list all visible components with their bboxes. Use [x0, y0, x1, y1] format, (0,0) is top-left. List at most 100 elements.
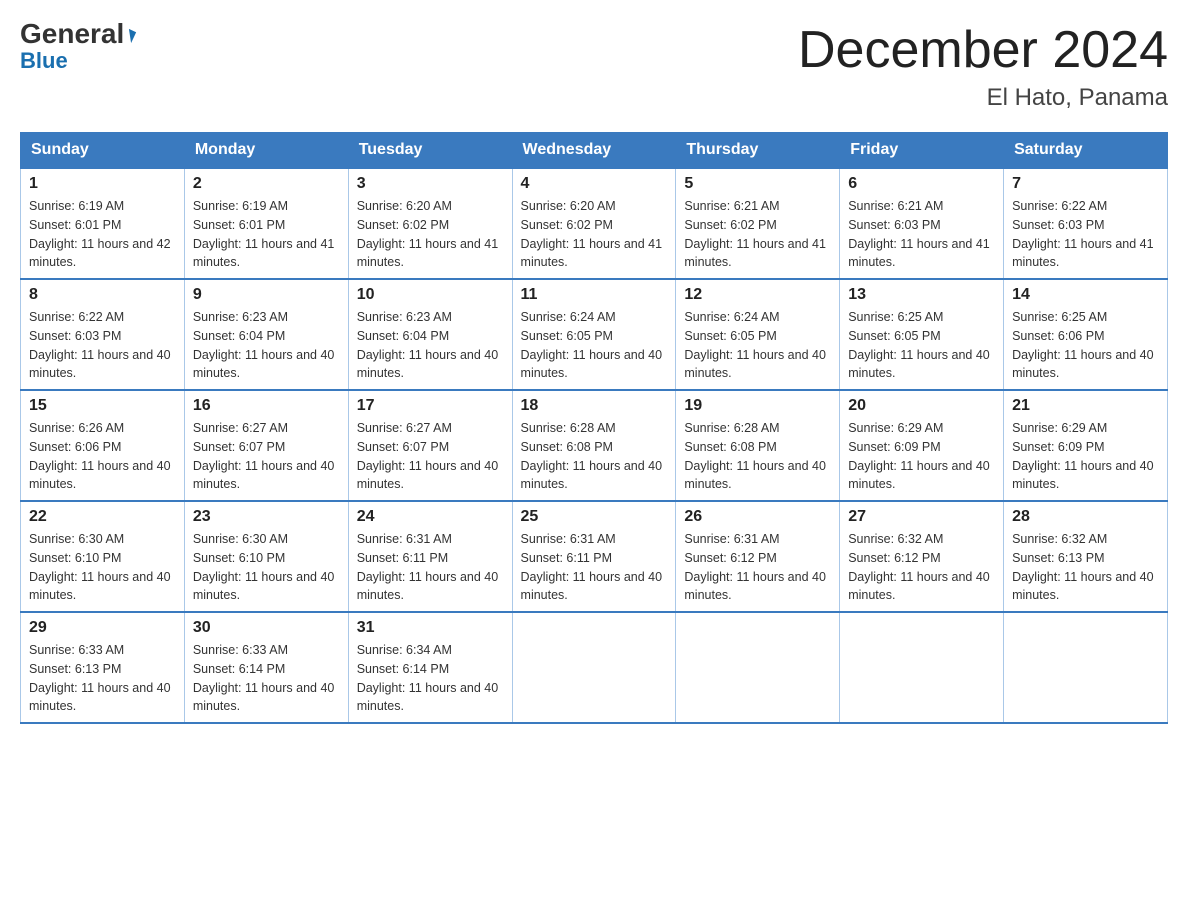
- column-header-friday: Friday: [840, 133, 1004, 169]
- day-info: Sunrise: 6:22 AMSunset: 6:03 PMDaylight:…: [1012, 197, 1159, 272]
- day-number: 31: [357, 619, 504, 637]
- calendar-cell: 8Sunrise: 6:22 AMSunset: 6:03 PMDaylight…: [21, 279, 185, 390]
- calendar-cell: 28Sunrise: 6:32 AMSunset: 6:13 PMDayligh…: [1004, 501, 1168, 612]
- column-header-saturday: Saturday: [1004, 133, 1168, 169]
- day-info: Sunrise: 6:19 AMSunset: 6:01 PMDaylight:…: [29, 197, 176, 272]
- day-info: Sunrise: 6:25 AMSunset: 6:06 PMDaylight:…: [1012, 308, 1159, 383]
- calendar-cell: 22Sunrise: 6:30 AMSunset: 6:10 PMDayligh…: [21, 501, 185, 612]
- column-header-wednesday: Wednesday: [512, 133, 676, 169]
- day-info: Sunrise: 6:20 AMSunset: 6:02 PMDaylight:…: [357, 197, 504, 272]
- page-header: General Blue December 2024 El Hato, Pana…: [20, 20, 1168, 112]
- calendar-cell: 1Sunrise: 6:19 AMSunset: 6:01 PMDaylight…: [21, 168, 185, 279]
- day-info: Sunrise: 6:27 AMSunset: 6:07 PMDaylight:…: [357, 419, 504, 494]
- calendar-cell: 14 Sunrise: 6:25 AMSunset: 6:06 PMDayligh…: [1004, 279, 1168, 390]
- calendar-cell: [840, 612, 1004, 723]
- day-info: Sunrise: 6:31 AMSunset: 6:11 PMDaylight:…: [521, 530, 668, 605]
- day-number: 21: [1012, 397, 1159, 415]
- day-info: Sunrise: 6:25 AMSunset: 6:05 PMDaylight:…: [848, 308, 995, 383]
- column-header-sunday: Sunday: [21, 133, 185, 169]
- calendar-week-4: 22 Sunrise: 6:30 AMSunset: 6:10 PMDayligh…: [21, 501, 1168, 612]
- day-number: 5: [684, 175, 831, 193]
- day-info: Sunrise: 6:19 AMSunset: 6:01 PMDaylight:…: [193, 197, 340, 272]
- day-number: 14: [1012, 286, 1159, 304]
- calendar-cell: 29Sunrise: 6:33 AMSunset: 6:13 PMDayligh…: [21, 612, 185, 723]
- day-info: Sunrise: 6:31 AMSunset: 6:12 PMDaylight:…: [684, 530, 831, 605]
- day-number: 30: [193, 619, 340, 637]
- calendar-week-5: 29Sunrise: 6:33 AMSunset: 6:13 PMDayligh…: [21, 612, 1168, 723]
- calendar-cell: 10 Sunrise: 6:23 AMSunset: 6:04 PMDayligh…: [348, 279, 512, 390]
- calendar-cell: 2Sunrise: 6:19 AMSunset: 6:01 PMDaylight…: [184, 168, 348, 279]
- day-number: 8: [29, 286, 176, 304]
- calendar-cell: 21 Sunrise: 6:29 AMSunset: 6:09 PMDayligh…: [1004, 390, 1168, 501]
- calendar-cell: 25 Sunrise: 6:31 AMSunset: 6:11 PMDayligh…: [512, 501, 676, 612]
- day-number: 13: [848, 286, 995, 304]
- calendar-cell: 19Sunrise: 6:28 AMSunset: 6:08 PMDayligh…: [676, 390, 840, 501]
- calendar-cell: 7 Sunrise: 6:22 AMSunset: 6:03 PMDaylight…: [1004, 168, 1168, 279]
- calendar-cell: 5 Sunrise: 6:21 AMSunset: 6:02 PMDaylight…: [676, 168, 840, 279]
- day-info: Sunrise: 6:20 AMSunset: 6:02 PMDaylight:…: [521, 197, 668, 272]
- calendar-cell: 18 Sunrise: 6:28 AMSunset: 6:08 PMDayligh…: [512, 390, 676, 501]
- day-info: Sunrise: 6:28 AMSunset: 6:08 PMDaylight:…: [684, 419, 831, 494]
- day-number: 7: [1012, 175, 1159, 193]
- day-number: 3: [357, 175, 504, 193]
- day-info: Sunrise: 6:27 AMSunset: 6:07 PMDaylight:…: [193, 419, 340, 494]
- day-info: Sunrise: 6:33 AMSunset: 6:13 PMDaylight:…: [29, 641, 176, 716]
- day-number: 24: [357, 508, 504, 526]
- day-info: Sunrise: 6:23 AMSunset: 6:04 PMDaylight:…: [193, 308, 340, 383]
- day-number: 18: [521, 397, 668, 415]
- day-info: Sunrise: 6:30 AMSunset: 6:10 PMDaylight:…: [193, 530, 340, 605]
- calendar-cell: 13 Sunrise: 6:25 AMSunset: 6:05 PMDayligh…: [840, 279, 1004, 390]
- calendar-cell: 12 Sunrise: 6:24 AMSunset: 6:05 PMDayligh…: [676, 279, 840, 390]
- calendar-cell: 23Sunrise: 6:30 AMSunset: 6:10 PMDayligh…: [184, 501, 348, 612]
- day-number: 28: [1012, 508, 1159, 526]
- day-number: 22: [29, 508, 176, 526]
- day-number: 10: [357, 286, 504, 304]
- day-number: 25: [521, 508, 668, 526]
- calendar-cell: 24 Sunrise: 6:31 AMSunset: 6:11 PMDayligh…: [348, 501, 512, 612]
- calendar-cell: 17 Sunrise: 6:27 AMSunset: 6:07 PMDayligh…: [348, 390, 512, 501]
- day-info: Sunrise: 6:21 AMSunset: 6:03 PMDaylight:…: [848, 197, 995, 272]
- day-number: 11: [521, 286, 668, 304]
- day-number: 15: [29, 397, 176, 415]
- day-info: Sunrise: 6:23 AMSunset: 6:04 PMDaylight:…: [357, 308, 504, 383]
- day-info: Sunrise: 6:33 AMSunset: 6:14 PMDaylight:…: [193, 641, 340, 716]
- day-info: Sunrise: 6:29 AMSunset: 6:09 PMDaylight:…: [848, 419, 995, 494]
- logo-blue: Blue: [20, 48, 68, 74]
- day-number: 12: [684, 286, 831, 304]
- calendar-week-2: 8Sunrise: 6:22 AMSunset: 6:03 PMDaylight…: [21, 279, 1168, 390]
- location-title: El Hato, Panama: [798, 84, 1168, 112]
- day-info: Sunrise: 6:34 AMSunset: 6:14 PMDaylight:…: [357, 641, 504, 716]
- day-info: Sunrise: 6:24 AMSunset: 6:05 PMDaylight:…: [521, 308, 668, 383]
- calendar-cell: 30 Sunrise: 6:33 AMSunset: 6:14 PMDayligh…: [184, 612, 348, 723]
- day-number: 20: [848, 397, 995, 415]
- day-number: 27: [848, 508, 995, 526]
- day-number: 17: [357, 397, 504, 415]
- day-info: Sunrise: 6:29 AMSunset: 6:09 PMDaylight:…: [1012, 419, 1159, 494]
- calendar-cell: 9 Sunrise: 6:23 AMSunset: 6:04 PMDaylight…: [184, 279, 348, 390]
- calendar-cell: 26 Sunrise: 6:31 AMSunset: 6:12 PMDayligh…: [676, 501, 840, 612]
- month-title: December 2024: [798, 20, 1168, 80]
- column-header-monday: Monday: [184, 133, 348, 169]
- calendar-cell: [1004, 612, 1168, 723]
- calendar-cell: 11 Sunrise: 6:24 AMSunset: 6:05 PMDayligh…: [512, 279, 676, 390]
- calendar-cell: 27Sunrise: 6:32 AMSunset: 6:12 PMDayligh…: [840, 501, 1004, 612]
- calendar-cell: 16 Sunrise: 6:27 AMSunset: 6:07 PMDayligh…: [184, 390, 348, 501]
- calendar-cell: 6Sunrise: 6:21 AMSunset: 6:03 PMDaylight…: [840, 168, 1004, 279]
- calendar-cell: [512, 612, 676, 723]
- day-info: Sunrise: 6:21 AMSunset: 6:02 PMDaylight:…: [684, 197, 831, 272]
- calendar-cell: 20 Sunrise: 6:29 AMSunset: 6:09 PMDayligh…: [840, 390, 1004, 501]
- day-info: Sunrise: 6:24 AMSunset: 6:05 PMDaylight:…: [684, 308, 831, 383]
- column-header-tuesday: Tuesday: [348, 133, 512, 169]
- logo-general: General: [20, 20, 134, 48]
- calendar-cell: 31 Sunrise: 6:34 AMSunset: 6:14 PMDayligh…: [348, 612, 512, 723]
- calendar-table: SundayMondayTuesdayWednesdayThursdayFrid…: [20, 132, 1168, 724]
- column-header-thursday: Thursday: [676, 133, 840, 169]
- day-info: Sunrise: 6:28 AMSunset: 6:08 PMDaylight:…: [521, 419, 668, 494]
- day-number: 4: [521, 175, 668, 193]
- day-number: 26: [684, 508, 831, 526]
- day-number: 16: [193, 397, 340, 415]
- day-info: Sunrise: 6:31 AMSunset: 6:11 PMDaylight:…: [357, 530, 504, 605]
- day-number: 9: [193, 286, 340, 304]
- title-block: December 2024 El Hato, Panama: [798, 20, 1168, 112]
- calendar-week-1: 1Sunrise: 6:19 AMSunset: 6:01 PMDaylight…: [21, 168, 1168, 279]
